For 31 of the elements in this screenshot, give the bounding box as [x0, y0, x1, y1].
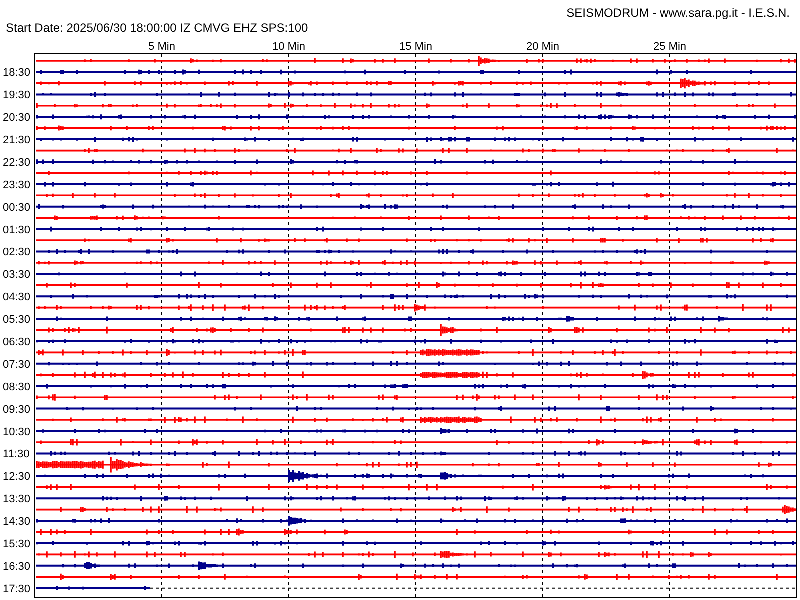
minute-label: 5 Min [148, 41, 176, 53]
hour-label: 05:30 [3, 314, 31, 326]
hour-label: 03:30 [3, 269, 31, 282]
hour-label: 22:30 [3, 156, 31, 169]
hour-label: 15:30 [3, 538, 31, 550]
hour-label: 04:30 [3, 292, 31, 304]
hour-label: 14:30 [3, 516, 31, 528]
hour-label: 01:30 [3, 224, 31, 236]
hour-label: 20:30 [3, 112, 31, 124]
minute-label: 10 Min [272, 41, 306, 53]
hour-label: 13:30 [3, 494, 31, 506]
hour-label: 06:30 [3, 336, 31, 348]
hour-label: 09:30 [3, 404, 31, 416]
hour-label: 08:30 [3, 381, 31, 394]
hour-label: 10:30 [3, 426, 31, 438]
hour-label: 17:30 [3, 583, 31, 596]
minute-label: 25 Min [653, 41, 687, 53]
hour-label: 00:30 [3, 202, 31, 214]
minute-label: 20 Min [526, 41, 560, 53]
hour-label: 21:30 [3, 134, 31, 147]
header-title: SEISMODRUM - www.sara.pg.it - I.E.S.N. [566, 6, 790, 20]
hour-label: 11:30 [3, 448, 30, 461]
minute-label: 15 Min [399, 41, 433, 53]
start-date-label: Start Date: 2025/06/30 18:00:00 IZ CMVG EHZ SPS:100 [6, 21, 310, 35]
hour-label: 23:30 [3, 179, 31, 192]
hour-label: 07:30 [3, 358, 31, 371]
hour-label: 18:30 [3, 67, 31, 80]
hour-label: 02:30 [3, 246, 31, 259]
hour-label: 16:30 [3, 560, 31, 573]
hour-label: 12:30 [3, 471, 31, 484]
hour-label: 19:30 [3, 90, 31, 102]
